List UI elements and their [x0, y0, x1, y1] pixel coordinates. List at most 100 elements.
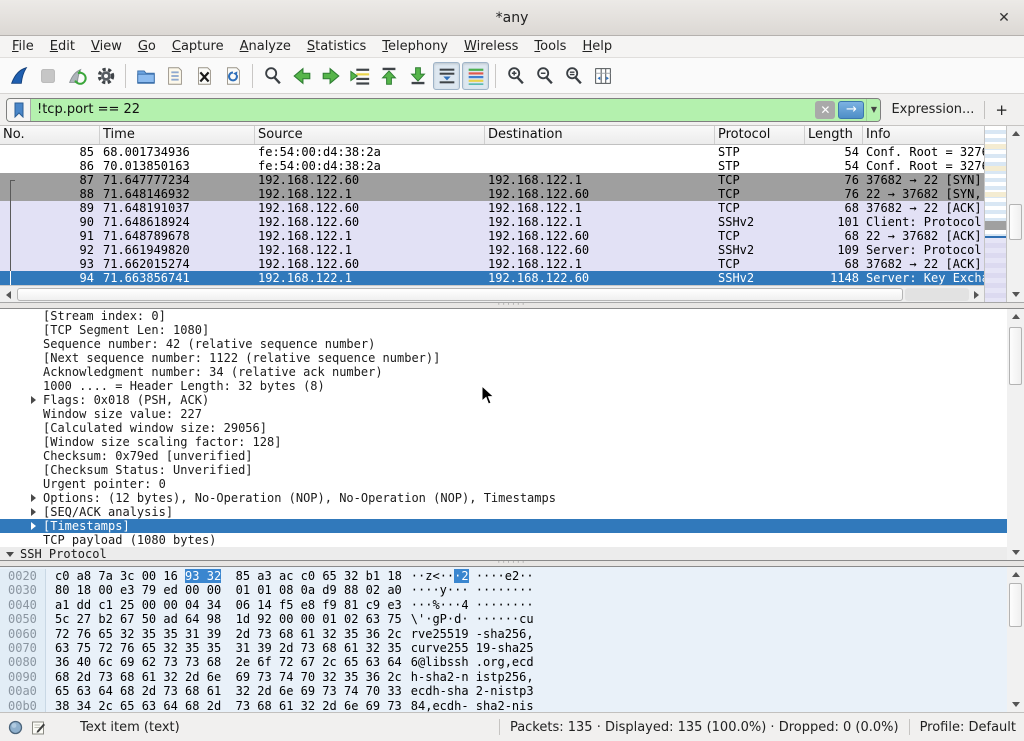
packet-detail-line[interactable]: [Checksum Status: Unverified] [0, 463, 1007, 477]
packet-detail-line[interactable]: [TCP Segment Len: 1080] [0, 323, 1007, 337]
hex-bytes[interactable]: c0 a8 7a 3c 00 16 93 32 85 a3 ac c0 65 3… [55, 569, 402, 583]
hscroll-thumb[interactable] [17, 288, 903, 301]
hex-bytes[interactable]: a1 dd c1 25 00 00 04 34 06 14 f5 e8 f9 8… [55, 598, 402, 612]
packet-row[interactable]: 8871.648146932192.168.122.1192.168.122.6… [0, 187, 984, 201]
resize-columns-button[interactable] [589, 62, 616, 90]
menu-view[interactable]: View [83, 37, 130, 56]
hex-bytes[interactable]: 80 18 00 e3 79 ed 00 00 01 01 08 0a d9 8… [55, 583, 402, 597]
filter-clear-button[interactable]: ✕ [815, 101, 835, 119]
scroll-down-arrow[interactable] [1007, 287, 1024, 302]
hex-row[interactable]: 00505c 27 b2 67 50 ad 64 98 1d 92 00 00 … [0, 612, 1007, 626]
menu-help[interactable]: Help [574, 37, 620, 56]
find-packet-button[interactable] [259, 62, 286, 90]
hex-row[interactable]: 009068 2d 73 68 61 32 2d 6e 69 73 74 70 … [0, 670, 1007, 684]
add-filter-button[interactable]: + [985, 101, 1018, 119]
go-forward-button[interactable] [317, 62, 344, 90]
hex-ascii[interactable]: ····y··· ········ [411, 583, 534, 597]
menu-telephony[interactable]: Telephony [374, 37, 456, 56]
packet-detail-line[interactable]: [Calculated window size: 29056] [0, 421, 1007, 435]
colorize-packets-button[interactable] [462, 62, 489, 90]
packet-detail-line[interactable]: [Stream index: 0] [0, 309, 1007, 323]
packet-list-vscrollbar[interactable] [1007, 126, 1024, 302]
hex-ascii[interactable]: ···%···4 ········ [411, 598, 534, 612]
menu-file[interactable]: File [4, 37, 42, 56]
packet-detail-line[interactable]: 1000 .... = Header Length: 32 bytes (8) [0, 379, 1007, 393]
packet-detail-line[interactable]: [Window size scaling factor: 128] [0, 435, 1007, 449]
column-header-info[interactable]: Info [863, 126, 984, 144]
scroll-down-arrow[interactable] [1007, 697, 1024, 712]
details-vscrollbar[interactable] [1007, 309, 1024, 560]
hex-row[interactable]: 00b038 34 2c 65 63 64 68 2d 73 68 61 32 … [0, 699, 1007, 712]
open-file-button[interactable] [132, 62, 159, 90]
capture-comment-icon[interactable] [31, 720, 46, 735]
hscroll-track[interactable] [905, 288, 969, 301]
scroll-right-arrow[interactable] [968, 286, 984, 302]
zoom-original-button[interactable] [560, 62, 587, 90]
packet-row[interactable]: 8568.001734936fe:54:00:d4:38:2aSTP54Conf… [0, 145, 984, 159]
packet-row[interactable]: 8771.647777234192.168.122.60192.168.122.… [0, 173, 984, 187]
hex-ascii[interactable]: curve255 19-sha25 [411, 641, 534, 655]
column-header-no[interactable]: No. [0, 126, 100, 144]
packet-detail-line[interactable]: Acknowledgment number: 34 (relative ack … [0, 365, 1007, 379]
zoom-out-button[interactable] [531, 62, 558, 90]
column-header-protocol[interactable]: Protocol [715, 126, 805, 144]
packet-row[interactable]: 9171.648789678192.168.122.1192.168.122.6… [0, 229, 984, 243]
hex-bytes[interactable]: 63 75 72 76 65 32 35 35 31 39 2d 73 68 6… [55, 641, 402, 655]
hex-ascii[interactable]: \'·gP·d· ······cu [411, 612, 534, 626]
hex-ascii[interactable]: rve25519 -sha256, [411, 627, 534, 641]
hex-bytes[interactable]: 72 76 65 32 35 35 31 39 2d 73 68 61 32 3… [55, 627, 402, 641]
collapsed-arrow-icon[interactable] [27, 522, 39, 530]
hex-bytes[interactable]: 65 63 64 68 2d 73 68 61 32 2d 6e 69 73 7… [55, 684, 402, 698]
hex-row[interactable]: 007063 75 72 76 65 32 35 35 31 39 2d 73 … [0, 641, 1007, 655]
column-header-source[interactable]: Source [255, 126, 485, 144]
menu-statistics[interactable]: Statistics [299, 37, 374, 56]
zoom-in-button[interactable] [502, 62, 529, 90]
vscroll-thumb[interactable] [1009, 583, 1022, 627]
scroll-up-arrow[interactable] [1007, 309, 1024, 324]
start-capture-button[interactable] [5, 62, 32, 90]
hex-ascii[interactable]: ecdh-sha 2-nistp3 [411, 684, 534, 698]
bytes-vscrollbar[interactable] [1007, 567, 1024, 712]
vscroll-thumb[interactable] [1009, 204, 1022, 240]
packet-detail-line[interactable]: Urgent pointer: 0 [0, 477, 1007, 491]
close-window-button[interactable]: ✕ [994, 8, 1014, 28]
hex-bytes[interactable]: 38 34 2c 65 63 64 68 2d 73 68 61 32 2d 6… [55, 699, 402, 712]
packet-row[interactable]: 8971.648191037192.168.122.60192.168.122.… [0, 201, 984, 215]
packet-row[interactable]: 9271.661949820192.168.122.1192.168.122.6… [0, 243, 984, 257]
stop-capture-button[interactable] [34, 62, 61, 90]
packet-detail-line[interactable]: Window size value: 227 [0, 407, 1007, 421]
hex-row[interactable]: 006072 76 65 32 35 35 31 39 2d 73 68 61 … [0, 627, 1007, 641]
collapsed-arrow-icon[interactable] [27, 508, 39, 516]
collapsed-arrow-icon[interactable] [27, 494, 39, 502]
menu-go[interactable]: Go [130, 37, 164, 56]
restart-capture-button[interactable] [63, 62, 90, 90]
collapsed-arrow-icon[interactable] [27, 396, 39, 404]
intelligent-scrollbar-minimap[interactable] [985, 126, 1007, 302]
go-first-packet-button[interactable] [375, 62, 402, 90]
hex-row[interactable]: 0020c0 a8 7a 3c 00 16 93 32 85 a3 ac c0 … [0, 569, 1007, 583]
packet-row[interactable]: 9071.648618924192.168.122.60192.168.122.… [0, 215, 984, 229]
hex-bytes[interactable]: 68 2d 73 68 61 32 2d 6e 69 73 74 70 32 3… [55, 670, 402, 684]
packet-detail-line[interactable]: Options: (12 bytes), No-Operation (NOP),… [0, 491, 1007, 505]
column-header-time[interactable]: Time [100, 126, 255, 144]
filter-bookmark-button[interactable] [7, 99, 31, 121]
hex-bytes[interactable]: 5c 27 b2 67 50 ad 64 98 1d 92 00 00 01 0… [55, 612, 402, 626]
packet-detail-line[interactable]: SSH Protocol [0, 547, 1007, 560]
profile-text[interactable]: Profile: Default [920, 720, 1016, 735]
scroll-down-arrow[interactable] [1007, 545, 1024, 560]
hex-row[interactable]: 003080 18 00 e3 79 ed 00 00 01 01 08 0a … [0, 583, 1007, 597]
scroll-up-arrow[interactable] [1007, 567, 1024, 582]
expanded-arrow-icon[interactable] [4, 552, 16, 557]
display-filter-input[interactable] [31, 99, 815, 121]
filter-apply-button[interactable]: → [838, 101, 864, 119]
menu-tools[interactable]: Tools [526, 37, 574, 56]
packet-detail-line[interactable]: Checksum: 0x79ed [unverified] [0, 449, 1007, 463]
scroll-up-arrow[interactable] [1007, 126, 1024, 141]
hex-bytes[interactable]: 36 40 6c 69 62 73 73 68 2e 6f 72 67 2c 6… [55, 655, 402, 669]
filter-history-dropdown[interactable]: ▼ [866, 99, 880, 121]
packet-detail-line[interactable]: Flags: 0x018 (PSH, ACK) [0, 393, 1007, 407]
close-file-button[interactable] [190, 62, 217, 90]
packet-row[interactable]: 8670.013850163fe:54:00:d4:38:2aSTP54Conf… [0, 159, 984, 173]
hex-row[interactable]: 008036 40 6c 69 62 73 73 68 2e 6f 72 67 … [0, 655, 1007, 669]
packet-detail-line[interactable]: TCP payload (1080 bytes) [0, 533, 1007, 547]
